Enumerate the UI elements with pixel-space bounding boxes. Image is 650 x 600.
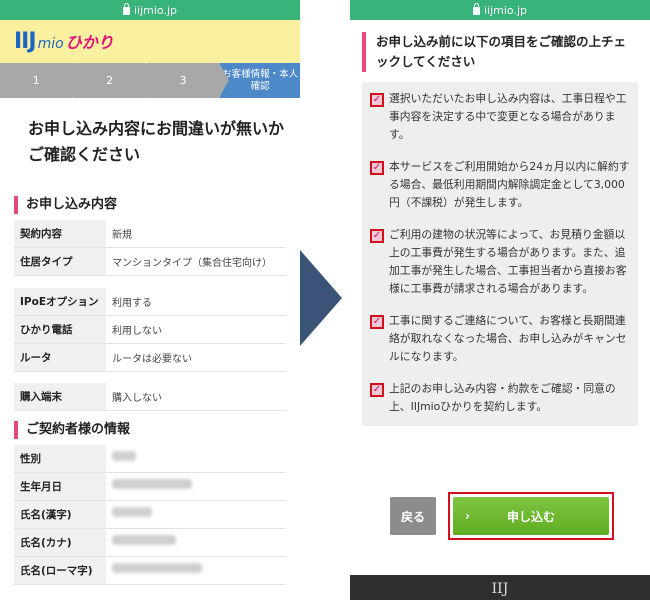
footer-logo: IIJ bbox=[491, 581, 509, 597]
table-row: IPoEオプション 利用する bbox=[14, 287, 286, 316]
agreement-checkbox[interactable]: ✓ bbox=[370, 315, 384, 329]
step-3: 3 bbox=[146, 63, 230, 98]
url-text: iijmio.jp bbox=[133, 3, 177, 17]
step-2: 2 bbox=[73, 63, 157, 98]
table-row: 生年月日 bbox=[14, 472, 286, 501]
checklist-text: 選択いただいたお申し込み内容は、工事日程や工事内容を決定する中で変更となる場合が… bbox=[389, 92, 627, 141]
checklist-item: ✓ 本サービスをご利用開始から24ヵ月以内に解約する場合、最低利用期間内解除調定… bbox=[370, 158, 630, 212]
table-row: 氏名(漢字) bbox=[14, 500, 286, 529]
row-label: 住居タイプ bbox=[14, 247, 106, 276]
table-row: 住居タイプ マンションタイプ（集合住宅向け） bbox=[14, 247, 286, 276]
checklist-text: ご利用の建物の状況等によって、お見積り金額以上の工事費が発生する場合があります。… bbox=[389, 228, 627, 295]
logo-mio: mio bbox=[37, 36, 64, 52]
step-customer-info: お客様情報・本人確認 bbox=[220, 63, 300, 98]
table-row: 契約内容 新規 bbox=[14, 220, 286, 248]
checklist-item: ✓ ご利用の建物の状況等によって、お見積り金額以上の工事費が発生する場合がありま… bbox=[370, 226, 630, 298]
lock-icon bbox=[472, 3, 480, 15]
check-icon: ✓ bbox=[372, 94, 382, 105]
iijmio-hikari-logo[interactable]: IIJ mio ひかり bbox=[14, 29, 114, 54]
checklist-text: 工事に関するご連絡について、お客様と長期間連絡が取れなくなった場合、お申し込みが… bbox=[389, 314, 627, 363]
table-row: 氏名(カナ) bbox=[14, 528, 286, 557]
page-title: お申し込み内容にお間違いが無いかご確認ください bbox=[28, 119, 285, 164]
row-value: 利用する bbox=[106, 287, 286, 316]
row-gap bbox=[14, 371, 286, 383]
checklist-item: ✓ 上記のお申し込み内容・約款をご確認・同意の上、IIJmioひかりを契約します… bbox=[370, 380, 630, 416]
url-bar[interactable]: iijmio.jp bbox=[350, 0, 650, 20]
step-1: 1 bbox=[0, 63, 83, 98]
row-label: 購入端末 bbox=[14, 383, 106, 411]
row-value: マンションタイプ（集合住宅向け） bbox=[106, 247, 286, 276]
row-label: 氏名(漢字) bbox=[14, 500, 106, 529]
redacted-value bbox=[106, 528, 286, 557]
checklist-item: ✓ 工事に関するご連絡について、お客様と長期間連絡が取れなくなった場合、お申し込… bbox=[370, 312, 630, 366]
section-contractor-info: ご契約者様の情報 bbox=[14, 421, 286, 439]
apply-button-highlight: › 申し込む bbox=[448, 492, 614, 540]
row-value: 利用しない bbox=[106, 315, 286, 344]
back-button[interactable]: 戻る bbox=[390, 497, 436, 535]
row-label: 生年月日 bbox=[14, 472, 106, 501]
table-row: 性別 bbox=[14, 445, 286, 473]
chevron-right-icon: › bbox=[465, 509, 470, 523]
row-label: 氏名(ローマ字) bbox=[14, 556, 106, 585]
row-label: 性別 bbox=[14, 445, 106, 473]
confirmation-heading: お申し込み前に以下の項目をご確認の上チェックしてください bbox=[362, 32, 638, 72]
table-row: 氏名(ローマ字) bbox=[14, 556, 286, 585]
checklist-item: ✓ 選択いただいたお申し込み内容は、工事日程や工事内容を決定する中で変更となる場… bbox=[370, 90, 630, 144]
row-label: IPoEオプション bbox=[14, 287, 106, 316]
row-gap bbox=[14, 275, 286, 288]
section-order-details: お申し込み内容 bbox=[14, 196, 286, 214]
agreement-checkbox[interactable]: ✓ bbox=[370, 161, 384, 175]
apply-button-label: 申し込む bbox=[506, 509, 555, 524]
row-value: 新規 bbox=[106, 220, 286, 248]
right-screen: iijmio.jp お申し込み前に以下の項目をご確認の上チェックしてください ✓… bbox=[350, 0, 650, 600]
table-row: ルータ ルータは必要ない bbox=[14, 343, 286, 372]
check-icon: ✓ bbox=[372, 162, 382, 173]
agreement-checkbox[interactable]: ✓ bbox=[370, 229, 384, 243]
confirmation-checklist: ✓ 選択いただいたお申し込み内容は、工事日程や工事内容を決定する中で変更となる場… bbox=[362, 82, 638, 426]
row-label: 契約内容 bbox=[14, 220, 106, 248]
row-value: ルータは必要ない bbox=[106, 343, 286, 372]
check-icon: ✓ bbox=[372, 230, 382, 241]
row-label: 氏名(カナ) bbox=[14, 528, 106, 557]
contractor-info-table: 性別 生年月日 氏名(漢字) 氏名(カナ) 氏名(ローマ字) bbox=[14, 445, 286, 585]
left-screen: iijmio.jp IIJ mio ひかり 1 2 3 お客様情報・本人確認 お… bbox=[0, 0, 300, 600]
apply-button[interactable]: › 申し込む bbox=[453, 497, 609, 535]
redacted-value bbox=[106, 445, 286, 473]
row-value: 購入しない bbox=[106, 383, 286, 411]
table-row: 購入端末 購入しない bbox=[14, 383, 286, 411]
redacted-value bbox=[106, 472, 286, 501]
check-icon: ✓ bbox=[372, 384, 382, 395]
brand-header: IIJ mio ひかり bbox=[0, 20, 300, 63]
url-bar[interactable]: iijmio.jp bbox=[0, 0, 300, 20]
logo-iij: IIJ bbox=[14, 29, 37, 54]
table-row: ひかり電話 利用しない bbox=[14, 315, 286, 344]
url-text: iijmio.jp bbox=[483, 3, 527, 17]
agreement-checkbox[interactable]: ✓ bbox=[370, 93, 384, 107]
next-arrow-icon bbox=[300, 250, 342, 346]
logo-hikari: ひかり bbox=[65, 33, 114, 52]
checklist-text: 上記のお申し込み内容・約款をご確認・同意の上、IIJmioひかりを契約します。 bbox=[389, 382, 616, 413]
row-label: ルータ bbox=[14, 343, 106, 372]
redacted-value bbox=[106, 556, 286, 585]
footer: IIJ bbox=[350, 575, 650, 600]
progress-steps: 1 2 3 お客様情報・本人確認 bbox=[0, 63, 300, 98]
lock-icon bbox=[122, 3, 130, 15]
action-buttons: 戻る › 申し込む bbox=[390, 492, 614, 540]
agreement-checkbox[interactable]: ✓ bbox=[370, 383, 384, 397]
redacted-value bbox=[106, 500, 286, 529]
row-label: ひかり電話 bbox=[14, 315, 106, 344]
order-details-table: 契約内容 新規 住居タイプ マンションタイプ（集合住宅向け） IPoEオプション… bbox=[14, 220, 286, 411]
checklist-text: 本サービスをご利用開始から24ヵ月以内に解約する場合、最低利用期間内解除調定金と… bbox=[389, 160, 630, 209]
check-icon: ✓ bbox=[372, 316, 382, 327]
